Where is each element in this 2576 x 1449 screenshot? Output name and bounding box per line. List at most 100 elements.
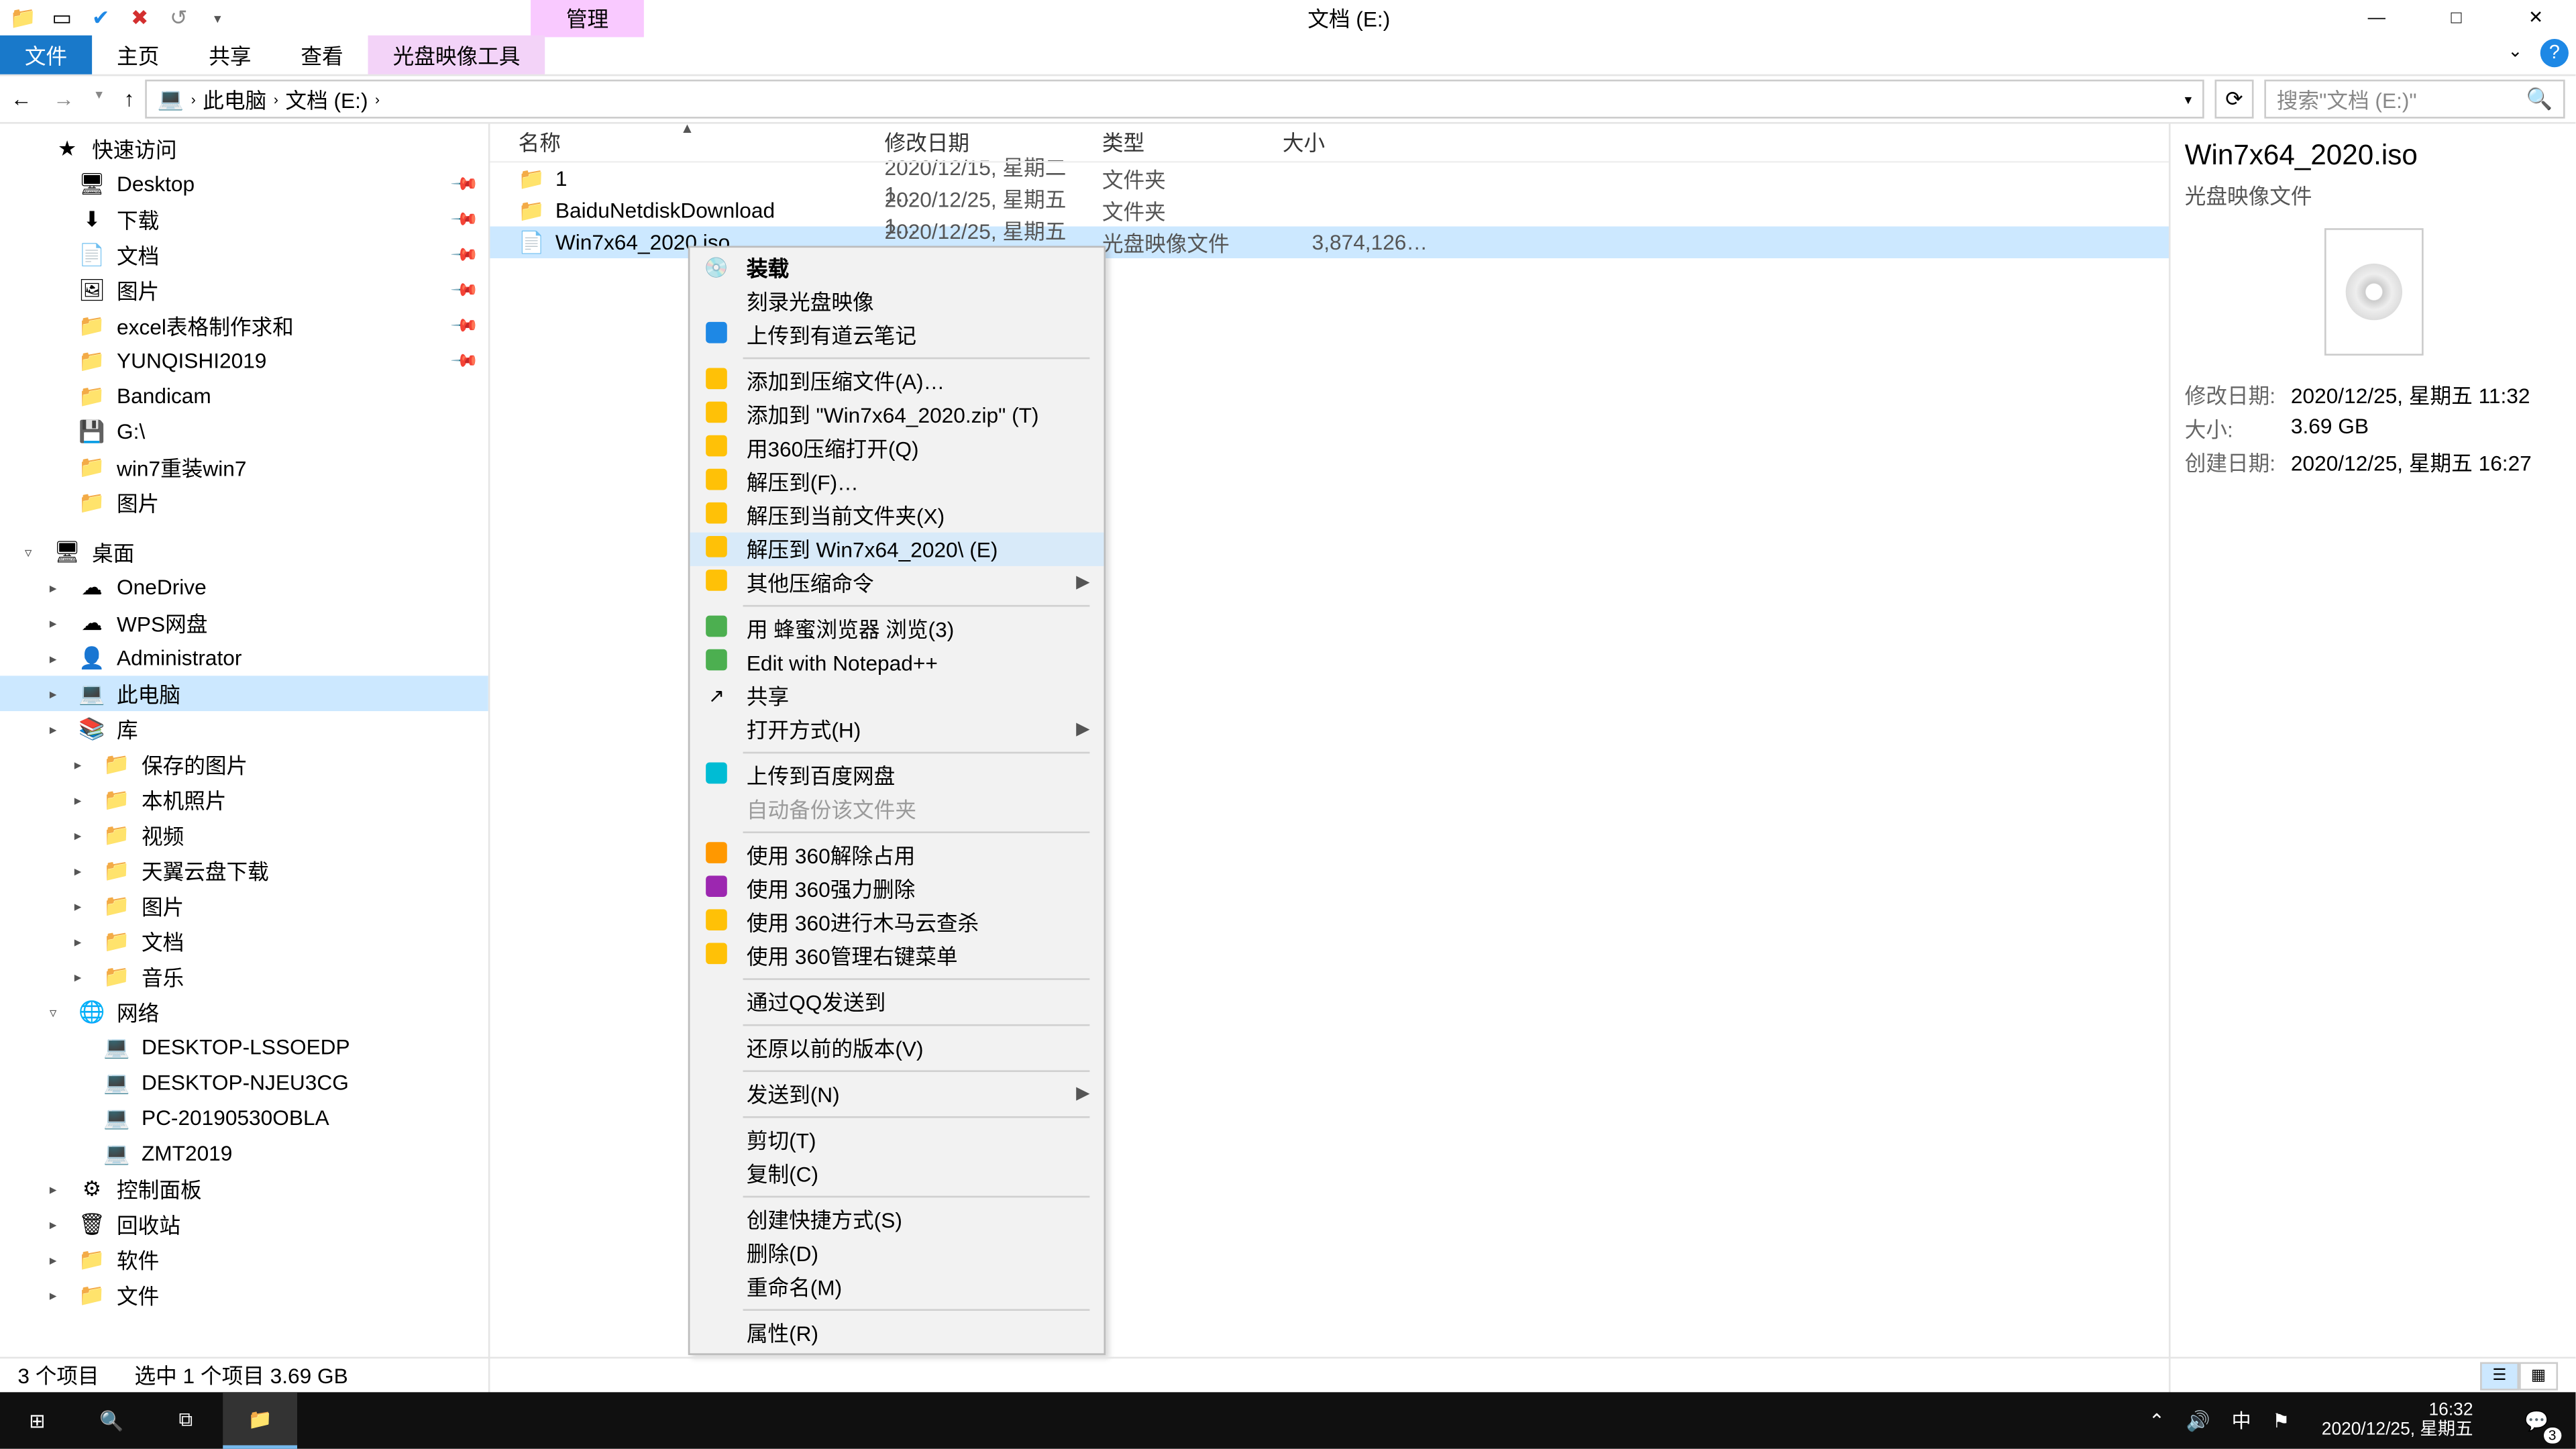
menu-item[interactable]: 刻录光盘映像 xyxy=(690,285,1104,319)
menu-item[interactable]: 用360压缩打开(Q) xyxy=(690,431,1104,465)
tree-item[interactable]: ▸📁本机照片 xyxy=(0,782,488,818)
crumb-this-pc[interactable]: 此电脑 xyxy=(203,84,266,114)
expand-icon[interactable]: ▸ xyxy=(50,1287,67,1303)
tree-item[interactable]: 🖼图片📌 xyxy=(0,272,488,308)
tab-file[interactable]: 文件 xyxy=(0,36,92,74)
recent -dropdown-icon[interactable]: ▾ xyxy=(95,87,103,111)
file-row[interactable]: 📁BaiduNetdiskDownload2020/12/25, 星期五 1…文… xyxy=(490,195,2169,226)
expand-icon[interactable]: ▿ xyxy=(25,544,42,560)
tray-overflow-icon[interactable]: ⌃ xyxy=(2149,1409,2165,1432)
tree-item[interactable]: ▸☁OneDrive xyxy=(0,570,488,605)
tree-item[interactable]: 📄文档📌 xyxy=(0,237,488,272)
tab-home[interactable]: 主页 xyxy=(92,36,184,74)
start-button[interactable]: ⊞ xyxy=(0,1392,74,1448)
qat-dropdown-icon[interactable]: ▾ xyxy=(205,5,230,30)
menu-item[interactable]: 重命名(M) xyxy=(690,1270,1104,1303)
crumb-sep-icon[interactable]: › xyxy=(274,91,278,107)
menu-item[interactable]: 使用 360强力删除 xyxy=(690,872,1104,906)
tree-item[interactable]: 📁图片 xyxy=(0,485,488,521)
menu-item[interactable]: 删除(D) xyxy=(690,1236,1104,1270)
qat-properties-icon[interactable]: ▭ xyxy=(50,5,74,30)
expand-icon[interactable]: ▸ xyxy=(50,1181,67,1197)
col-modified[interactable]: 修改日期 xyxy=(885,127,1102,158)
menu-item[interactable]: 解压到(F)… xyxy=(690,466,1104,499)
tree-item[interactable]: ▸📁保存的图片 xyxy=(0,747,488,782)
navigation-tree[interactable]: ★快速访问🖥Desktop📌⬇下载📌📄文档📌🖼图片📌📁excel表格制作求和📌📁… xyxy=(0,124,490,1398)
column-headers[interactable]: ▲ 名称 修改日期 类型 大小 xyxy=(490,124,2169,163)
tree-item[interactable]: 📁YUNQISHI2019📌 xyxy=(0,343,488,379)
tab-disc-image-tools[interactable]: 光盘映像工具 xyxy=(368,36,545,74)
expand-icon[interactable]: ▸ xyxy=(74,792,92,808)
tree-item[interactable]: 💻DESKTOP-NJEU3CG xyxy=(0,1065,488,1100)
context-menu[interactable]: 💿装载刻录光盘映像上传到有道云笔记添加到压缩文件(A)…添加到 "Win7x64… xyxy=(688,246,1106,1355)
tree-item[interactable]: ▸📚库 xyxy=(0,711,488,747)
expand-icon[interactable]: ▸ xyxy=(74,827,92,843)
maximize-button[interactable]: □ xyxy=(2416,0,2496,36)
volume-icon[interactable]: 🔊 xyxy=(2186,1409,2210,1432)
expand-icon[interactable]: ▸ xyxy=(50,650,67,666)
refresh-button[interactable]: ⟳ xyxy=(2215,80,2254,119)
expand-icon[interactable]: ▸ xyxy=(50,614,67,631)
expand-icon[interactable]: ▸ xyxy=(50,580,67,596)
forward-button[interactable]: → xyxy=(53,87,74,111)
menu-item[interactable]: 打开方式(H)▶ xyxy=(690,713,1104,747)
menu-item[interactable]: ↗共享 xyxy=(690,680,1104,713)
menu-item[interactable]: 还原以前的版本(V) xyxy=(690,1031,1104,1065)
tree-item[interactable]: ▿🌐网络 xyxy=(0,994,488,1030)
tree-item[interactable]: ▸🗑回收站 xyxy=(0,1206,488,1242)
view-large-button[interactable]: ▦ xyxy=(2519,1361,2558,1389)
crumb-drive[interactable]: 文档 (E:) xyxy=(285,84,368,114)
menu-item[interactable]: 使用 360管理右键菜单 xyxy=(690,939,1104,973)
expand-icon[interactable]: ▸ xyxy=(74,756,92,772)
tree-item[interactable]: ▸📁天翼云盘下载 xyxy=(0,853,488,888)
breadcrumb[interactable]: 💻 › 此电脑 › 文档 (E:) › ▾ xyxy=(145,80,2204,119)
menu-item[interactable]: Edit with Notepad++ xyxy=(690,646,1104,680)
tree-item[interactable]: ▸📁视频 xyxy=(0,817,488,853)
file-row[interactable]: 📁12020/12/15, 星期二 1…文件夹 xyxy=(490,163,2169,195)
menu-item[interactable]: 复制(C) xyxy=(690,1157,1104,1191)
tree-item[interactable]: ▸⚙控制面板 xyxy=(0,1171,488,1207)
close-button[interactable]: ✕ xyxy=(2496,0,2576,36)
search-icon[interactable]: 🔍 xyxy=(2526,87,2553,111)
tree-item[interactable]: ★快速访问 xyxy=(0,131,488,166)
tray-app-icon[interactable]: ⚑ xyxy=(2272,1409,2290,1432)
expand-icon[interactable]: ▸ xyxy=(50,721,67,737)
col-size[interactable]: 大小 xyxy=(1283,127,1442,158)
expand-icon[interactable]: ▸ xyxy=(74,898,92,914)
explorer-taskbar-button[interactable]: 📁 xyxy=(223,1392,297,1448)
tree-item[interactable]: 🖥Desktop📌 xyxy=(0,166,488,202)
menu-item[interactable]: 添加到压缩文件(A)… xyxy=(690,364,1104,398)
tab-share[interactable]: 共享 xyxy=(184,36,276,74)
tree-item[interactable]: 💻ZMT2019 xyxy=(0,1136,488,1171)
task-view-button[interactable]: ⧉ xyxy=(149,1392,223,1448)
back-button[interactable]: ← xyxy=(11,87,32,111)
tree-item[interactable]: 💻DESKTOP-LSSOEDP xyxy=(0,1030,488,1065)
taskbar[interactable]: ⊞ 🔍 ⧉ 📁 ⌃ 🔊 中 ⚑ 16:32 2020/12/25, 星期五 💬3 xyxy=(0,1392,2575,1448)
menu-item[interactable]: 通过QQ发送到 xyxy=(690,985,1104,1019)
menu-item[interactable]: 💿装载 xyxy=(690,251,1104,284)
crumb-sep-icon[interactable]: › xyxy=(191,91,196,107)
menu-item[interactable]: 上传到百度网盘 xyxy=(690,759,1104,792)
menu-item[interactable]: 创建快捷方式(S) xyxy=(690,1203,1104,1236)
tree-item[interactable]: 📁excel表格制作求和📌 xyxy=(0,308,488,343)
tree-item[interactable]: 📁win7重装win7 xyxy=(0,449,488,485)
tree-item[interactable]: 💻PC-20190530OBLA xyxy=(0,1100,488,1136)
help-icon[interactable]: ? xyxy=(2540,39,2569,67)
tree-item[interactable]: ⬇下载📌 xyxy=(0,202,488,237)
menu-item[interactable]: 解压到 Win7x64_2020\ (E) xyxy=(690,533,1104,566)
tree-item[interactable]: ▸📁音乐 xyxy=(0,959,488,994)
tab-view[interactable]: 查看 xyxy=(276,36,368,74)
expand-icon[interactable]: ▸ xyxy=(50,686,67,702)
address-dropdown-icon[interactable]: ▾ xyxy=(2185,91,2192,107)
search-button[interactable]: 🔍 xyxy=(74,1392,149,1448)
menu-item[interactable]: 剪切(T) xyxy=(690,1123,1104,1157)
expand-icon[interactable]: ▸ xyxy=(74,969,92,985)
expand-icon[interactable]: ▸ xyxy=(50,1252,67,1268)
up-button[interactable]: ↑ xyxy=(124,87,135,111)
tree-item[interactable]: 📁Bandicam xyxy=(0,378,488,414)
menu-item[interactable]: 解压到当前文件夹(X) xyxy=(690,499,1104,533)
tree-item[interactable]: ▸📁图片 xyxy=(0,888,488,924)
menu-item[interactable]: 使用 360进行木马云查杀 xyxy=(690,906,1104,939)
col-type[interactable]: 类型 xyxy=(1102,127,1283,158)
menu-item[interactable]: 其他压缩命令▶ xyxy=(690,566,1104,600)
